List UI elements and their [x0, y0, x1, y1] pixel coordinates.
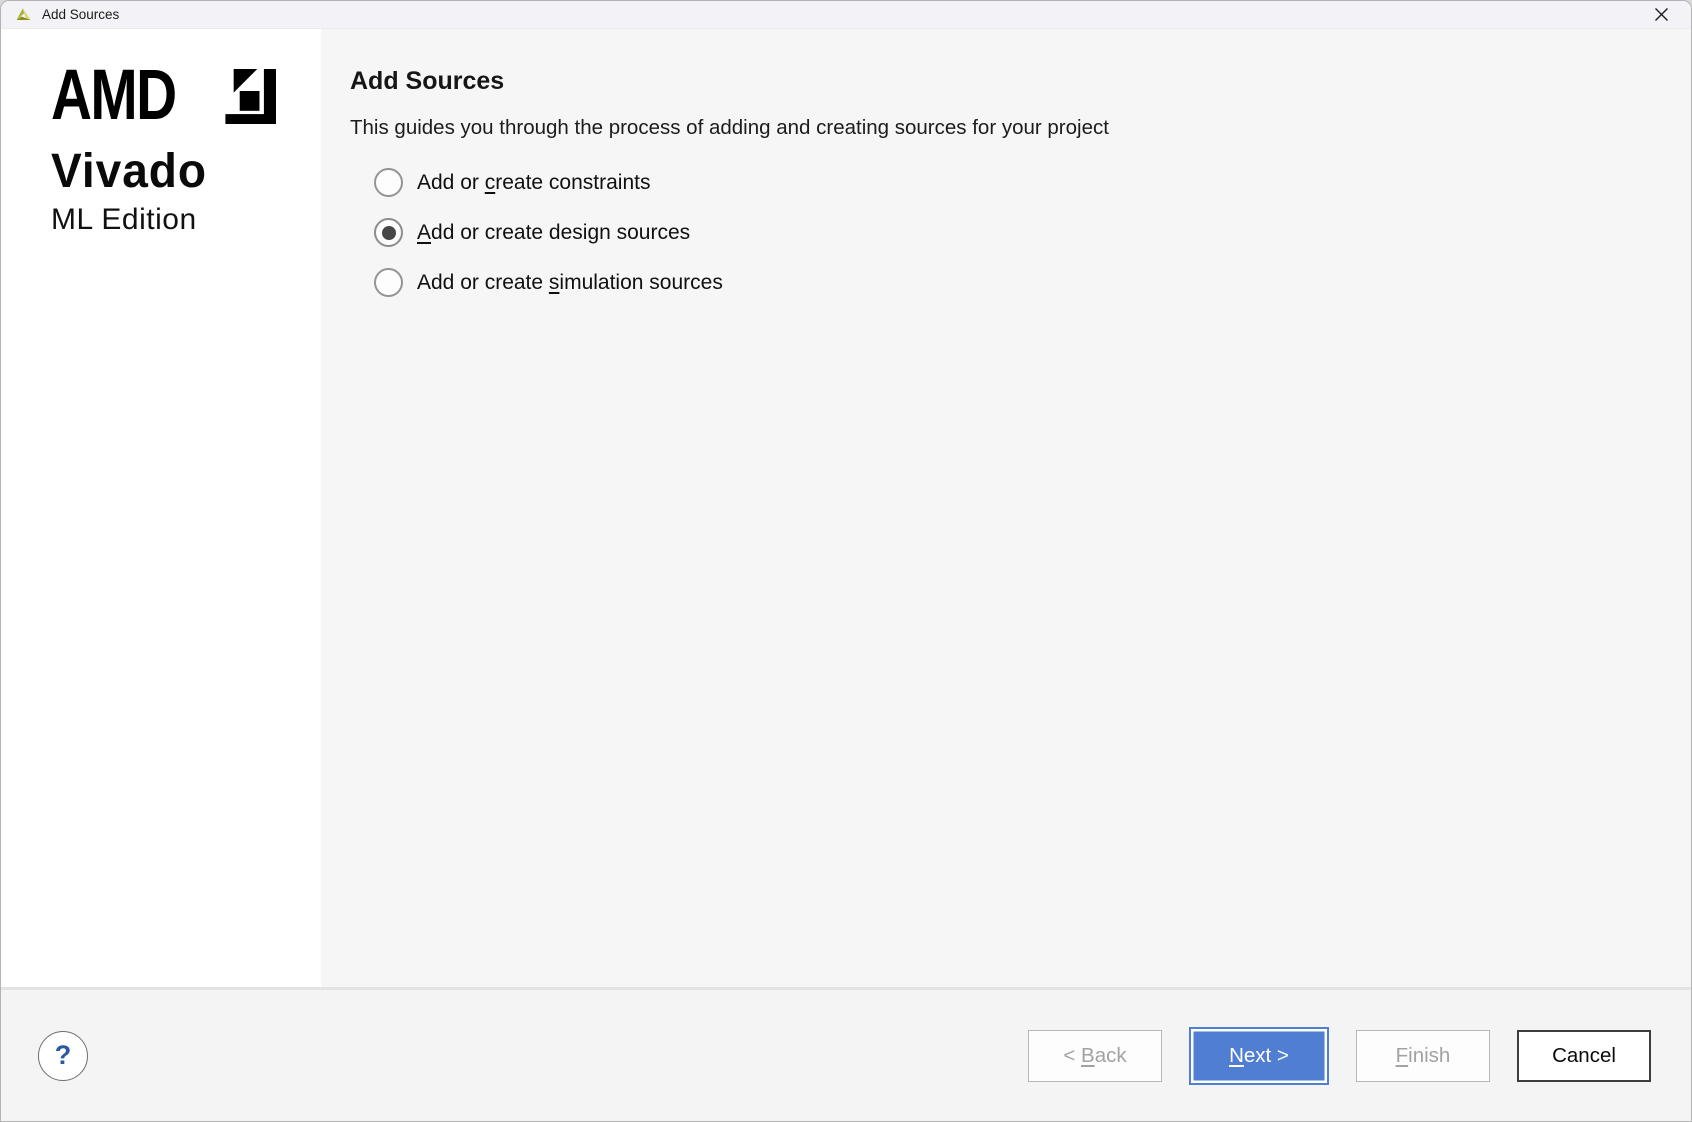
back-button[interactable]: < Back	[1028, 1030, 1162, 1082]
amd-wordmark: AMD	[51, 68, 153, 125]
branding-sidebar: AMD Vivado ML Edition	[1, 29, 321, 987]
add-sources-dialog: Add Sources AMD Vivado ML Edition	[0, 0, 1692, 1122]
wizard-buttons: < Back Next > Finish Cancel	[1028, 1027, 1651, 1085]
radio-circle	[374, 218, 403, 247]
window-title: Add Sources	[42, 7, 119, 22]
radio-add-constraints[interactable]: Add or create constraints	[374, 158, 1651, 208]
page-description: This guides you through the process of a…	[350, 116, 1651, 140]
vivado-wordmark: Vivado	[51, 148, 310, 196]
source-type-options: Add or create constraints Add or create …	[374, 158, 1651, 308]
dialog-footer: ? < Back Next > Finish Cancel	[1, 987, 1691, 1121]
help-button[interactable]: ?	[38, 1031, 88, 1081]
next-button[interactable]: Next >	[1189, 1027, 1329, 1085]
wizard-content: Add Sources This guides you through the …	[321, 29, 1691, 987]
radio-add-design-sources[interactable]: Add or create design sources	[374, 208, 1651, 258]
close-button[interactable]	[1641, 1, 1681, 28]
dialog-body: AMD Vivado ML Edition Add Sources This g…	[1, 29, 1691, 987]
vivado-pinwheel-icon	[14, 5, 33, 24]
radio-label: Add or create constraints	[417, 171, 650, 195]
radio-label: Add or create design sources	[417, 221, 690, 245]
ml-edition-label: ML Edition	[51, 205, 321, 235]
cancel-button[interactable]: Cancel	[1517, 1030, 1651, 1082]
radio-label: Add or create simulation sources	[417, 271, 723, 295]
amd-arrow-mark-icon	[221, 69, 276, 124]
close-icon	[1654, 7, 1669, 22]
radio-circle	[374, 168, 403, 197]
amd-logo: AMD	[51, 68, 321, 125]
finish-button[interactable]: Finish	[1356, 1030, 1490, 1082]
page-title: Add Sources	[350, 67, 1651, 96]
radio-circle	[374, 268, 403, 297]
titlebar: Add Sources	[1, 1, 1691, 29]
radio-add-simulation-sources[interactable]: Add or create simulation sources	[374, 258, 1651, 308]
question-mark-icon: ?	[55, 1040, 72, 1071]
